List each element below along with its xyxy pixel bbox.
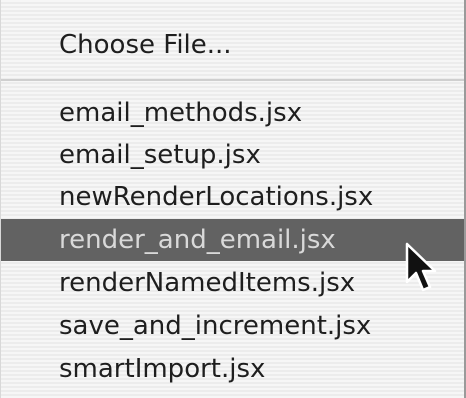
menu-item-new-render-locations[interactable]: newRenderLocations.jsx — [1, 176, 464, 218]
menu-item-save-and-increment[interactable]: save_and_increment.jsx — [1, 305, 464, 347]
menu-separator — [1, 68, 464, 92]
menu-item-render-named-items[interactable]: renderNamedItems.jsx — [1, 262, 464, 304]
menu-item-smart-import[interactable]: smartImport.jsx — [1, 348, 464, 390]
menu-item-choose-file[interactable]: Choose File... — [1, 24, 464, 66]
menu-item-email-setup[interactable]: email_setup.jsx — [1, 134, 464, 176]
arrow-pointer-icon — [405, 242, 437, 292]
menu-item-render-and-email[interactable]: render_and_email.jsx — [1, 219, 464, 261]
menu-item-email-methods[interactable]: email_methods.jsx — [1, 92, 464, 134]
popup-menu: Choose File... email_methods.jsx email_s… — [0, 0, 466, 398]
